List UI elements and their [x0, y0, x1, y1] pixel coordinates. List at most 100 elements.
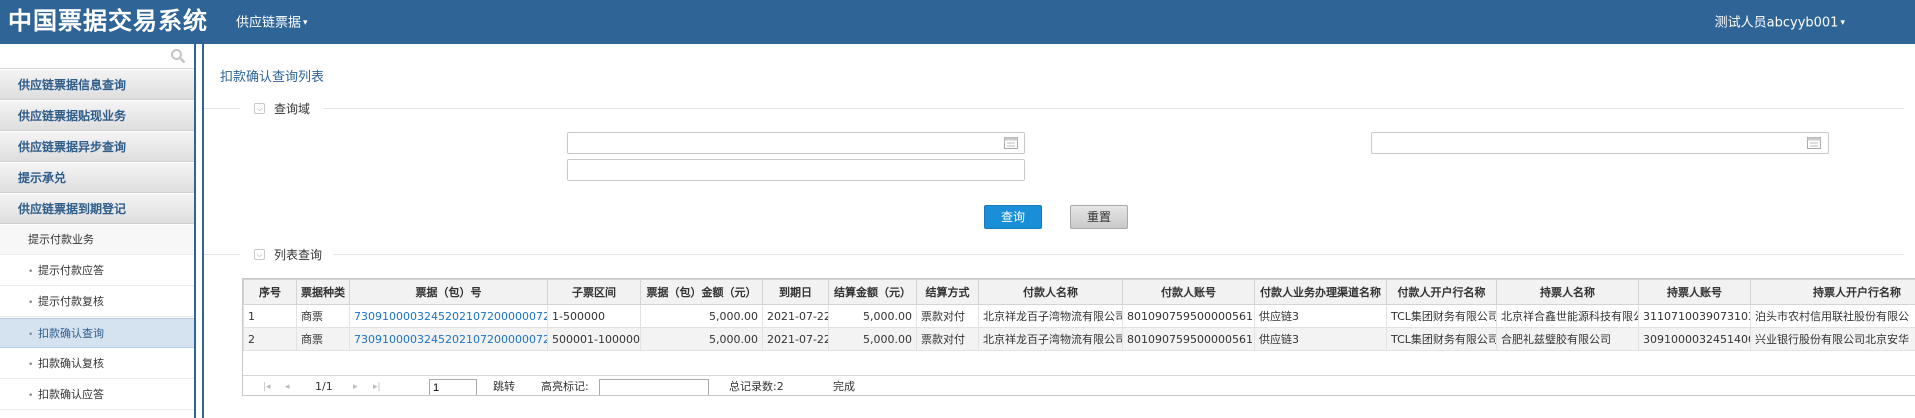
pagination-bar: |◂ ◂ 1/1 ▸ ▸| 跳转 高亮标记: 总记录数:2 完成: [243, 375, 1915, 395]
sidebar-item-deduction-review[interactable]: • 扣款确认复核: [0, 349, 194, 379]
jump-button[interactable]: 跳转: [493, 380, 515, 394]
query-section-title: 查询域: [274, 102, 311, 116]
table-cell: 商票: [296, 304, 350, 328]
user-label: 测试人员abcyyb001: [1714, 15, 1839, 31]
search-icon[interactable]: [170, 48, 186, 64]
collapse-toggle-icon[interactable]: ⌵: [254, 103, 265, 114]
list-section-title: 列表查询: [274, 248, 323, 262]
column-header[interactable]: 子票区间: [547, 279, 641, 305]
main-content: 扣款确认查询列表 ⌵ 查询域 票据到期开始日期 票据到期截止日期 票据（包）号 …: [202, 44, 1915, 418]
table-cell: 供应链3: [1254, 327, 1387, 351]
result-table: 序号 票据种类 票据（包）号 子票区间 票据（包）金额（元） 到期日 结算金额（…: [243, 279, 1915, 351]
column-header[interactable]: 付款人账号: [1122, 279, 1255, 305]
sidebar-group-async-query[interactable]: 供应链票据异步查询: [0, 132, 194, 162]
table-cell: 5,000.00: [828, 304, 917, 328]
first-page-icon[interactable]: |◂: [263, 380, 271, 394]
table-cell: 泊头市农村信用联社股份有限公: [1750, 304, 1915, 328]
end-date-input[interactable]: [1371, 132, 1829, 154]
bill-no-link[interactable]: 730910000324520210720000007285: [349, 327, 548, 351]
bill-no-link[interactable]: 730910000324520210720000007285: [349, 304, 548, 328]
sidebar-item-payment-review[interactable]: • 提示付款复核: [0, 287, 194, 317]
page-number-input[interactable]: [429, 379, 477, 395]
table-cell: 北京祥龙百子湾物流有限公司: [978, 304, 1123, 328]
section-divider: [334, 254, 1904, 255]
status-text: 完成: [833, 380, 855, 393]
column-header[interactable]: 结算金额（元）: [828, 279, 917, 305]
highlight-input[interactable]: [599, 379, 709, 395]
data-grid: 序号 票据种类 票据（包）号 子票区间 票据（包）金额（元） 到期日 结算金额（…: [242, 278, 1915, 396]
last-page-icon[interactable]: ▸|: [373, 380, 381, 394]
table-cell: 商票: [296, 327, 350, 351]
sidebar-item-deduction-response[interactable]: • 扣款确认应答: [0, 380, 194, 410]
section-divider: [204, 254, 240, 255]
app-title: 中国票据交易系统: [8, 7, 208, 35]
table-cell: 5,000.00: [640, 304, 763, 328]
top-menu-label: 供应链票据: [236, 15, 302, 31]
collapse-toggle-icon[interactable]: ⌵: [254, 249, 265, 260]
table-cell: 票款对付: [916, 327, 979, 351]
table-cell: 500001-1000000: [547, 327, 641, 351]
sidebar-item-payment-response[interactable]: • 提示付款应答: [0, 256, 194, 286]
column-header[interactable]: 票据（包）号: [349, 279, 548, 305]
top-menu-dropdown[interactable]: 供应链票据 ▾: [236, 14, 308, 33]
table-cell: 兴业银行股份有限公司北京安华: [1750, 327, 1915, 351]
table-cell: 北京祥合鑫世能源科技有限公司: [1496, 304, 1639, 328]
next-page-icon[interactable]: ▸: [353, 380, 358, 394]
column-header[interactable]: 持票人开户行名称: [1750, 279, 1915, 305]
user-menu-dropdown[interactable]: 测试人员abcyyb001 ▾: [1715, 14, 1845, 33]
start-date-input[interactable]: [567, 132, 1025, 154]
table-cell: 5,000.00: [640, 327, 763, 351]
column-header[interactable]: 到期日: [762, 279, 829, 305]
table-cell: 合肥礼兹璧胶有限公司: [1496, 327, 1639, 351]
sidebar-search[interactable]: [0, 44, 194, 69]
sidebar-group-discount[interactable]: 供应链票据贴现业务: [0, 101, 194, 131]
table-cell: 2: [243, 327, 297, 351]
table-cell: 2021-07-22: [762, 304, 829, 328]
top-header-bar: 中国票据交易系统 供应链票据 ▾ 测试人员abcyyb001 ▾: [0, 0, 1915, 44]
table-cell: 2021-07-22: [762, 327, 829, 351]
sidebar-item-deduction-query[interactable]: • 扣款确认查询: [0, 318, 194, 348]
query-button[interactable]: 查询: [984, 205, 1042, 229]
sidebar-group-bill-info-query[interactable]: 供应链票据信息查询: [0, 70, 194, 100]
calendar-icon[interactable]: [1004, 137, 1018, 149]
column-header[interactable]: 序号: [243, 279, 297, 305]
table-header-row: 序号 票据种类 票据（包）号 子票区间 票据（包）金额（元） 到期日 结算金额（…: [243, 279, 1915, 305]
bullet-icon: •: [28, 330, 34, 340]
table-cell: 3091000032451400: [1638, 327, 1751, 351]
page-info: 1/1: [315, 380, 333, 393]
sidebar: 供应链票据信息查询 供应链票据贴现业务 供应链票据异步查询 提示承兑 供应链票据…: [0, 44, 196, 418]
column-header[interactable]: 持票人账号: [1638, 279, 1751, 305]
bullet-icon: •: [28, 298, 34, 308]
column-header[interactable]: 持票人名称: [1496, 279, 1639, 305]
sidebar-group-acceptance[interactable]: 提示承兑: [0, 163, 194, 193]
bullet-icon: •: [28, 391, 34, 401]
bill-no-input[interactable]: [567, 159, 1025, 181]
column-header[interactable]: 付款人名称: [978, 279, 1123, 305]
table-row[interactable]: 1 商票 730910000324520210720000007285 1-50…: [243, 304, 1915, 328]
table-cell: 1-500000: [547, 304, 641, 328]
column-header[interactable]: 付款人开户行名称: [1386, 279, 1497, 305]
table-cell: 5,000.00: [828, 327, 917, 351]
sidebar-group-maturity-registration[interactable]: 供应链票据到期登记: [0, 194, 194, 224]
table-row[interactable]: 2 商票 730910000324520210720000007285 5000…: [243, 327, 1915, 351]
prev-page-icon[interactable]: ◂: [285, 380, 290, 394]
table-cell: 北京祥龙百子湾物流有限公司: [978, 327, 1123, 351]
table-cell: 供应链3: [1254, 304, 1387, 328]
column-header[interactable]: 结算方式: [916, 279, 979, 305]
calendar-icon[interactable]: [1807, 137, 1821, 149]
column-header[interactable]: 付款人业务办理渠道名称: [1254, 279, 1387, 305]
section-divider: [204, 108, 240, 109]
table-cell: 801090759500000561148: [1122, 327, 1255, 351]
table-cell: TCL集团财务有限公司: [1386, 327, 1497, 351]
page-title: 扣款确认查询列表: [220, 70, 325, 85]
reset-button[interactable]: 重置: [1070, 205, 1128, 229]
caret-down-icon: ▾: [1840, 18, 1845, 28]
table-cell: 票款对付: [916, 304, 979, 328]
total-records: 总记录数:2: [729, 380, 784, 393]
table-cell: 801090759500000561148: [1122, 304, 1255, 328]
column-header[interactable]: 票据种类: [296, 279, 350, 305]
section-divider: [324, 108, 1904, 109]
sidebar-item-payment-business[interactable]: 提示付款业务: [0, 225, 194, 255]
table-cell: TCL集团财务有限公司: [1386, 304, 1497, 328]
column-header[interactable]: 票据（包）金额（元）: [640, 279, 763, 305]
